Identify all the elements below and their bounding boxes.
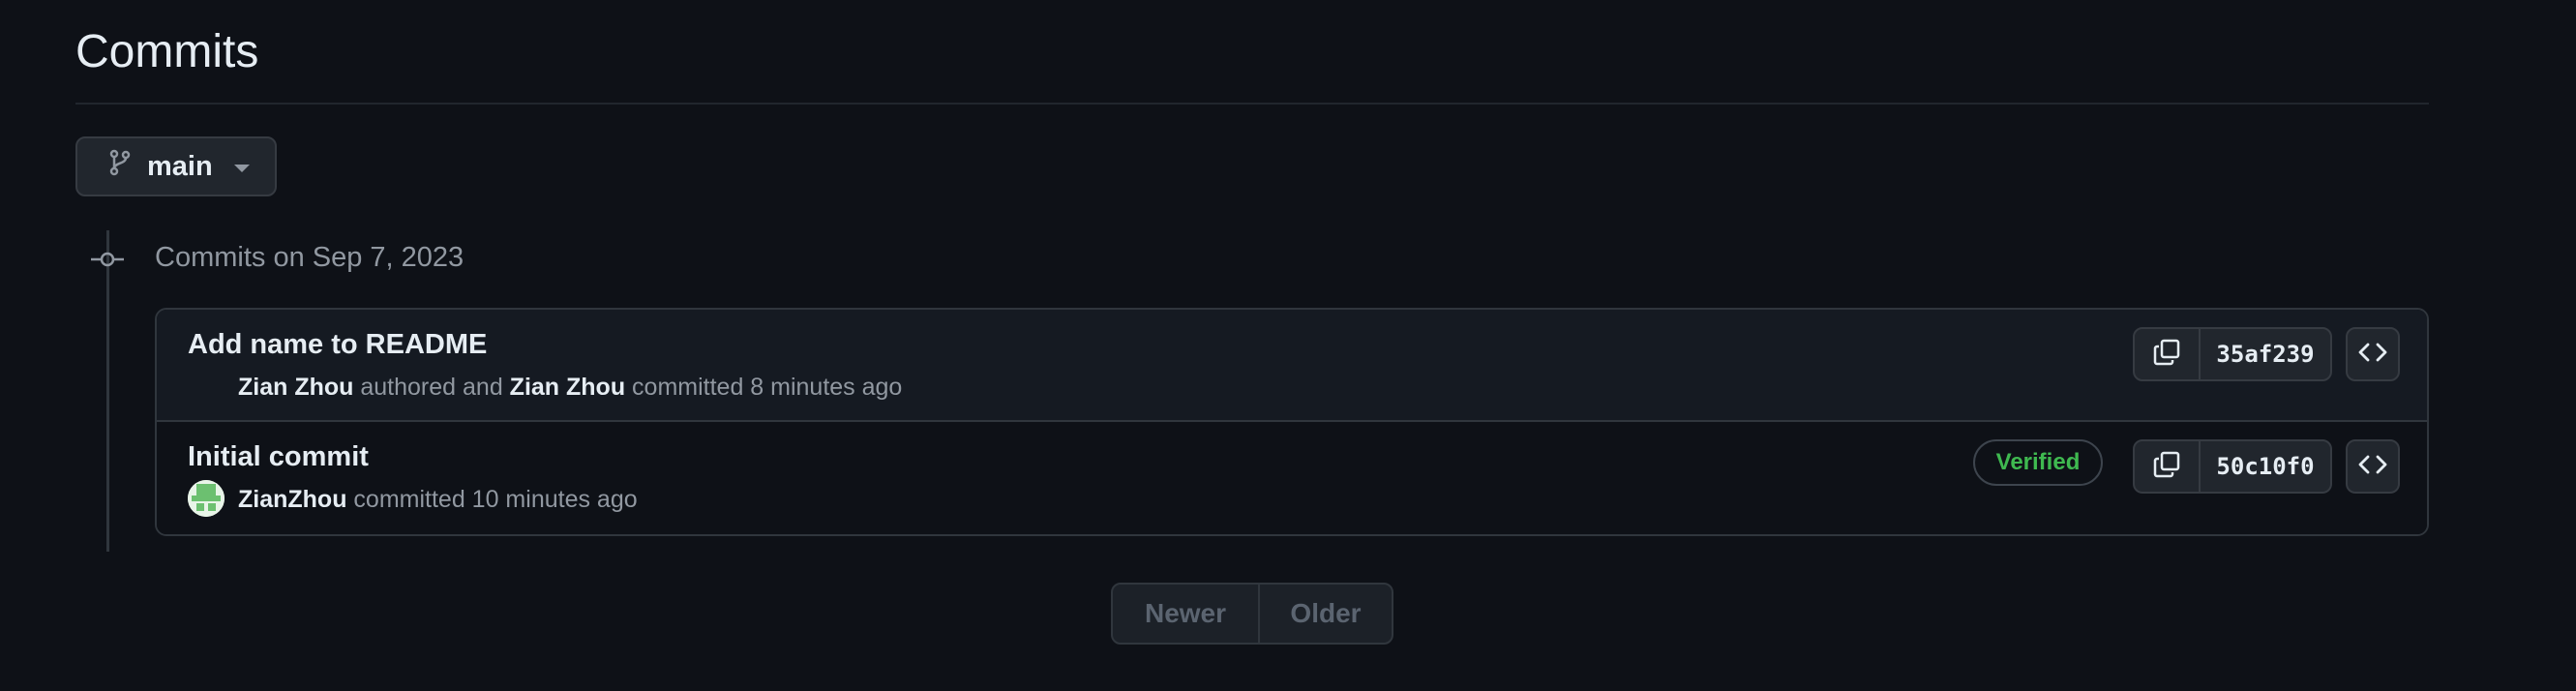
commit-row: Add name to README Zian Zhou authored an…	[157, 310, 2427, 422]
commit-meta: Zian Zhou authored and Zian Zhou committ…	[238, 372, 902, 403]
copy-icon	[2152, 450, 2181, 484]
pagination: Newer Older	[1111, 583, 1393, 645]
commit-list: Add name to README Zian Zhou authored an…	[155, 308, 2429, 536]
branch-name: main	[147, 150, 213, 182]
author-link[interactable]: Zian Zhou	[238, 374, 353, 401]
commit-sha-link[interactable]: 35af239	[2201, 329, 2330, 379]
title-divider	[75, 103, 2429, 105]
commit-meta: ZianZhou committed 10 minutes ago	[238, 484, 638, 515]
copy-sha-button[interactable]	[2135, 329, 2201, 379]
commit-title-link[interactable]: Add name to README	[188, 327, 487, 362]
browse-repo-button[interactable]	[2346, 439, 2400, 494]
commit-date-heading: Commits on Sep 7, 2023	[155, 242, 464, 273]
code-icon	[2358, 454, 2387, 480]
sha-group: 50c10f0	[2133, 439, 2332, 494]
copy-sha-button[interactable]	[2135, 441, 2201, 492]
git-commit-icon	[91, 246, 124, 278]
commit-title-link[interactable]: Initial commit	[188, 439, 369, 474]
page-title: Commits	[75, 26, 259, 77]
newer-button[interactable]: Newer	[1113, 585, 1260, 643]
code-icon	[2358, 342, 2387, 368]
chevron-down-icon	[233, 165, 250, 172]
verified-badge[interactable]: Verified	[1973, 439, 2103, 486]
browse-repo-button[interactable]	[2346, 327, 2400, 381]
avatar[interactable]	[188, 480, 225, 517]
committed-text: committed 10 minutes ago	[346, 486, 638, 513]
git-branch-icon	[108, 149, 132, 184]
commit-sha-link[interactable]: 50c10f0	[2201, 441, 2330, 492]
committer-link[interactable]: Zian Zhou	[510, 374, 625, 401]
commit-row: Initial commit ZianZhou committed 10 min…	[157, 422, 2427, 534]
branch-selector-button[interactable]: main	[75, 136, 277, 196]
authored-text: authored and	[353, 374, 510, 401]
committed-text: committed 8 minutes ago	[625, 374, 903, 401]
timeline-line	[106, 230, 109, 552]
copy-icon	[2152, 338, 2181, 372]
sha-group: 35af239	[2133, 327, 2332, 381]
older-button[interactable]: Older	[1260, 585, 1392, 643]
committer-link[interactable]: ZianZhou	[238, 486, 346, 513]
